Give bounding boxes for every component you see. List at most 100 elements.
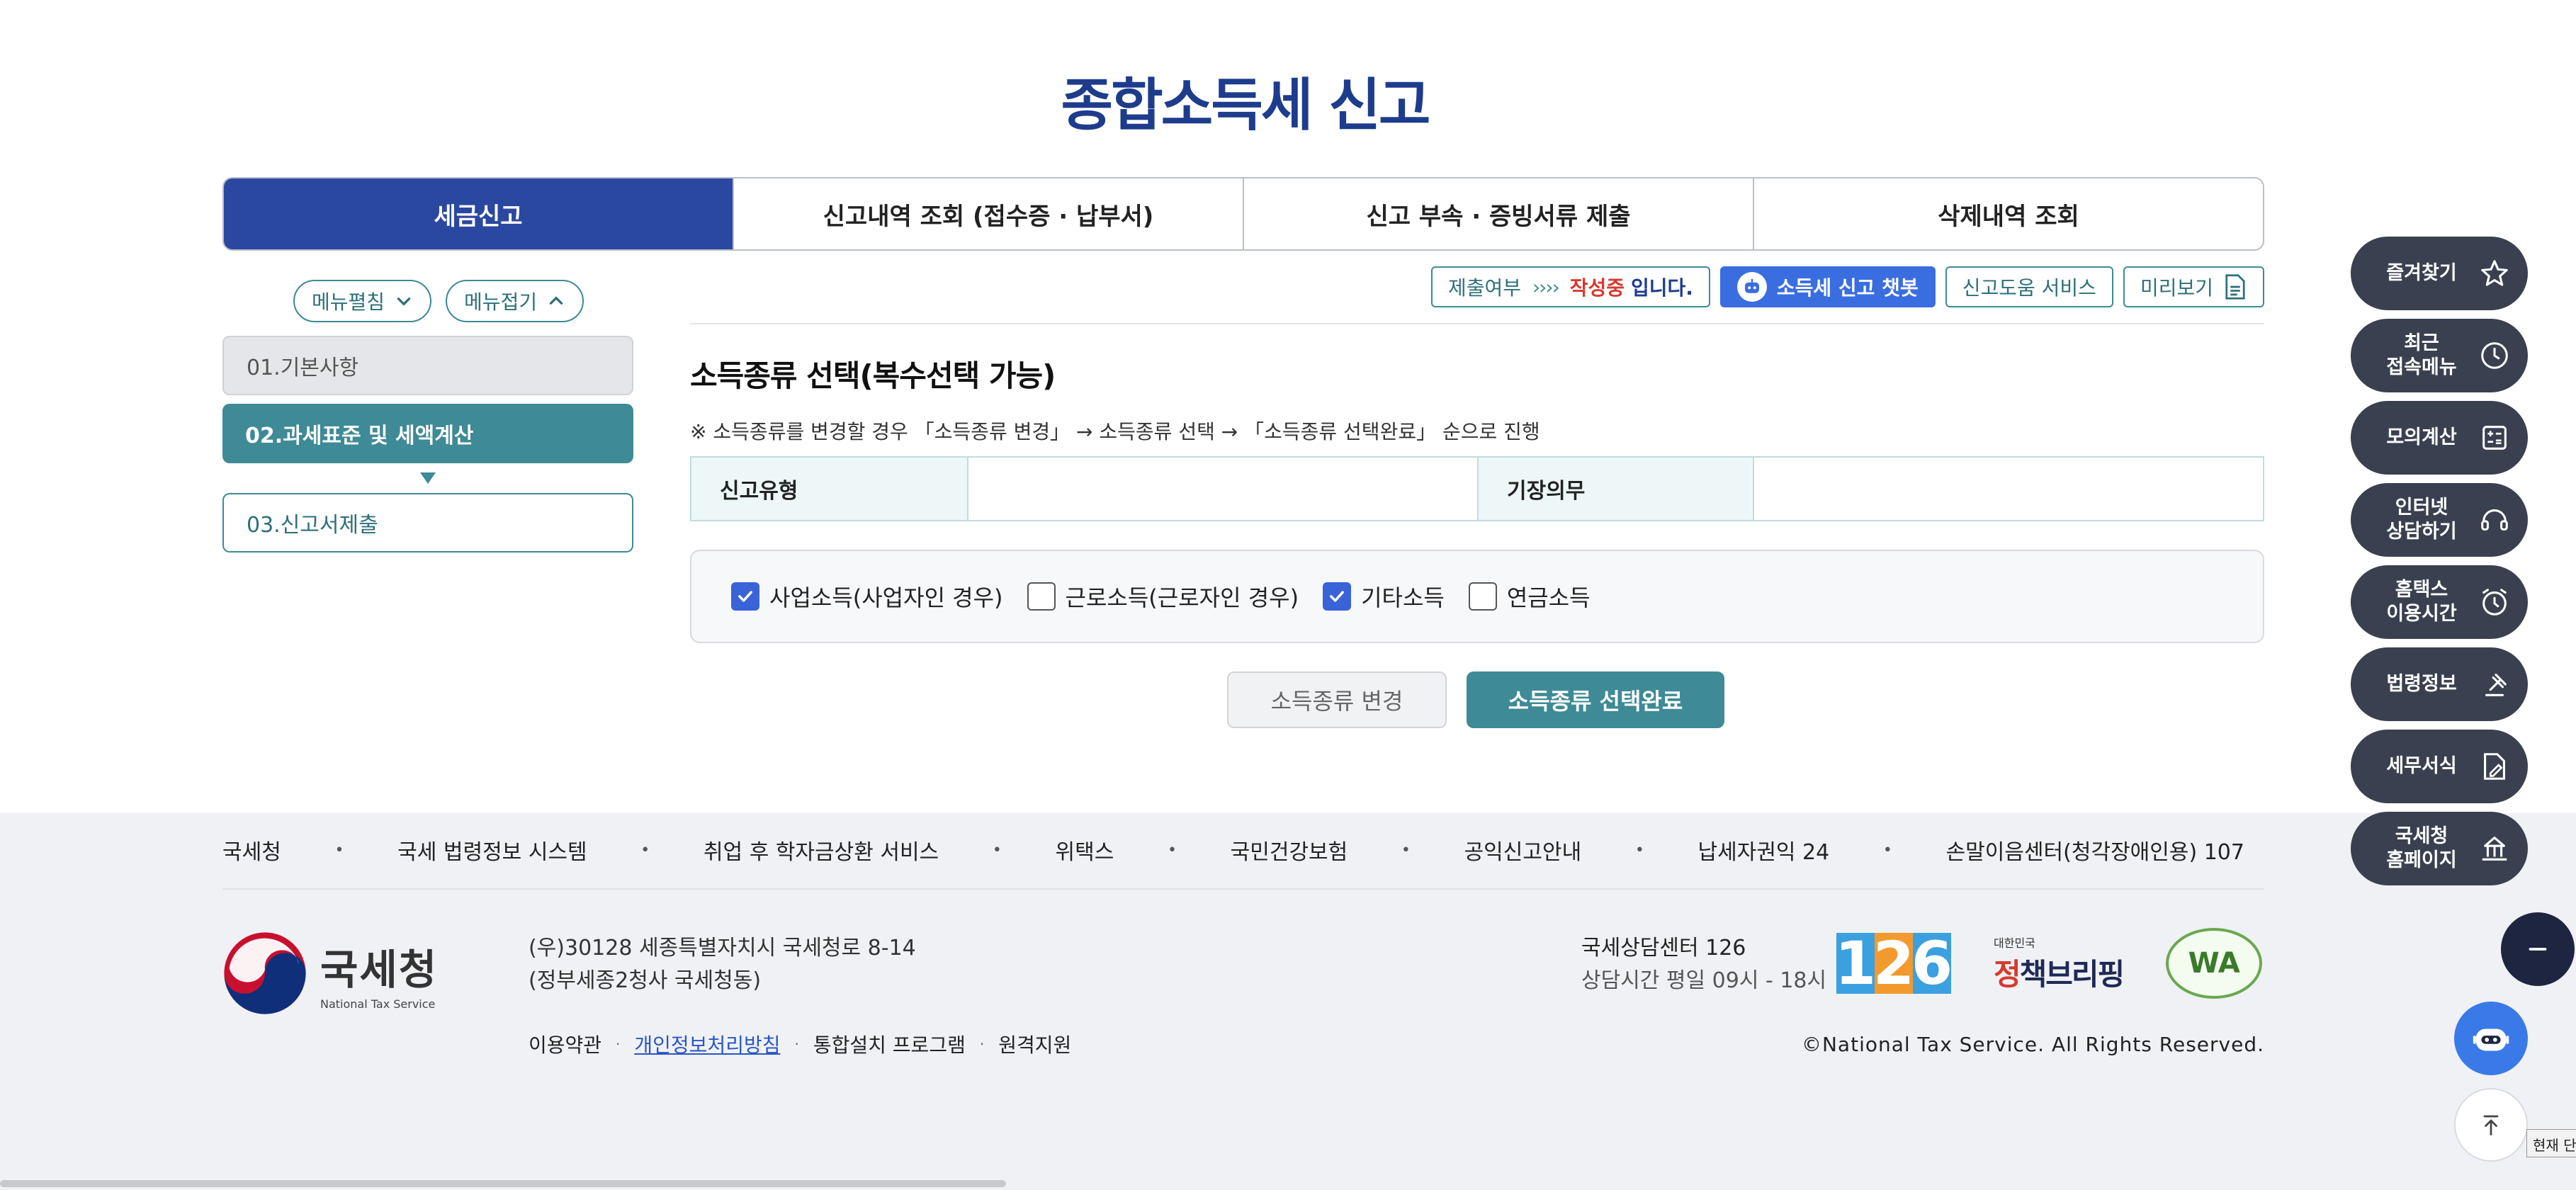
side-menu-label: 인터넷 상담하기 xyxy=(2386,497,2457,543)
income-type-option[interactable]: 연금소득 xyxy=(1468,580,1591,613)
footer-divider xyxy=(222,888,2264,890)
checkbox-checked-icon[interactable] xyxy=(731,582,759,611)
nts-logo[interactable]: 국세청 National Tax Service xyxy=(222,931,438,1016)
policy-badge-small: 대한민국 xyxy=(1994,936,2035,950)
step-arrow-icon xyxy=(222,463,633,493)
side-menu-label: 즐겨찾기 xyxy=(2386,262,2457,284)
status-suffix: 입니다. xyxy=(1630,276,1693,300)
report-type-value xyxy=(967,458,1477,520)
footer-link-separator: • xyxy=(1167,841,1177,859)
quick-side-menu: 즐겨찾기최근 접속메뉴모의계산인터넷 상담하기홈택스 이용시간법령정보세무서식국… xyxy=(2351,237,2528,885)
tab-attachment-submit[interactable]: 신고 부속 · 증빙서류 제출 xyxy=(1243,178,1753,249)
menu-collapse-label: 메뉴접기 xyxy=(464,290,538,314)
install-program-link[interactable]: 통합설치 프로그램 xyxy=(813,1030,966,1058)
clock-icon xyxy=(2481,342,2508,369)
footer-links: 국세청 • 국세 법령정보 시스템 • 취업 후 학자금상환 서비스 • 위택스 • 국민건강보… xyxy=(222,834,2244,866)
side-menu-item[interactable]: 즐겨찾기 xyxy=(2351,237,2528,310)
footer-link[interactable]: 공익신고안내 xyxy=(1464,834,1582,866)
calculator-icon xyxy=(2482,426,2507,450)
side-menu-label: 모의계산 xyxy=(2386,426,2457,448)
income-type-option[interactable]: 사업소득(사업자인 경우) xyxy=(731,580,1003,613)
page-root: 종합소득세 신고 세금신고 신고내역 조회 (접수증 · 납부서) 신고 부속 … xyxy=(0,0,2576,1190)
bookkeeping-label: 기장의무 xyxy=(1477,458,1753,520)
alarm-clock-icon xyxy=(2482,589,2507,616)
status-arrows: ›››› xyxy=(1532,275,1560,299)
footer-link-separator: • xyxy=(1634,841,1644,859)
nts-emblem-icon xyxy=(224,932,306,1014)
preview-button[interactable]: 미리보기 xyxy=(2123,266,2264,307)
chatbot-fab[interactable] xyxy=(2454,1002,2528,1075)
headset-icon xyxy=(2481,509,2508,531)
chatbot-icon xyxy=(1736,272,1767,302)
privacy-policy-link[interactable]: 개인정보처리방침 xyxy=(634,1030,780,1058)
remote-support-link[interactable]: 원격지원 xyxy=(998,1030,1071,1058)
footer-badges: 1 2 6 대한민국 정책브리핑 WA xyxy=(1834,928,2263,999)
tab-deleted-history[interactable]: 삭제내역 조회 xyxy=(1753,178,2263,249)
footer-link[interactable]: 국세 법령정보 시스템 xyxy=(397,834,587,866)
complete-income-button[interactable]: 소득종류 선택완료 xyxy=(1467,672,1724,728)
page-title: 종합소득세 신고 xyxy=(1061,72,1430,138)
income-actions: 소득종류 변경 소득종류 선택완료 xyxy=(1227,672,1724,728)
toolbar-divider xyxy=(690,323,2264,324)
bookkeeping-value xyxy=(1753,458,2263,520)
checkbox-unchecked-icon[interactable] xyxy=(1468,582,1497,611)
side-menu-item[interactable]: 최근 접속메뉴 xyxy=(2351,319,2528,392)
footer-link[interactable]: 위택스 xyxy=(1056,834,1114,866)
footer-link-separator: • xyxy=(334,841,344,859)
help-service-button[interactable]: 신고도움 서비스 xyxy=(1945,266,2113,307)
side-menu-item[interactable]: 국세청 홈페이지 xyxy=(2351,812,2528,885)
footer-link-separator: • xyxy=(992,841,1002,859)
step-menu: 01.기본사항 02.과세표준 및 세액계산 03.신고서제출 xyxy=(222,336,633,552)
horizontal-scrollbar[interactable] xyxy=(0,1180,1006,1187)
side-menu-item[interactable]: 모의계산 xyxy=(2351,401,2528,475)
footer-link[interactable]: 손말이음센터(청각장애인용) 107 xyxy=(1946,834,2244,866)
logo-text-kr: 국세청 xyxy=(320,945,439,994)
side-menu-item[interactable]: 인터넷 상담하기 xyxy=(2351,483,2528,557)
footer-link-separator: • xyxy=(1882,841,1892,859)
footer: 국세청 • 국세 법령정보 시스템 • 취업 후 학자금상환 서비스 • 위택스 • 국민건강보… xyxy=(0,813,2576,1190)
footer-link[interactable]: 국세청 xyxy=(222,834,281,866)
status-label: 제출여부 xyxy=(1447,276,1521,300)
report-type-label: 신고유형 xyxy=(691,458,968,520)
preview-label: 미리보기 xyxy=(2140,276,2213,300)
badge-126-digit: 1 xyxy=(1834,929,1877,998)
footer-bottom-links: 이용약관 · 개인정보처리방침 · 통합설치 프로그램 · 원격지원 xyxy=(529,1030,1071,1058)
checkbox-unchecked-icon[interactable] xyxy=(1027,582,1056,611)
side-menu-label: 홈택스 이용시간 xyxy=(2386,579,2457,625)
menu-collapse-button[interactable]: 메뉴접기 xyxy=(446,280,584,322)
menu-expand-label: 메뉴펼침 xyxy=(312,290,385,314)
address-line-2: (정부세종2청사 국세청동) xyxy=(529,968,762,993)
terms-link[interactable]: 이용약관 xyxy=(529,1030,601,1058)
step-tax-calculation[interactable]: 02.과세표준 및 세액계산 xyxy=(222,404,633,463)
tab-tax-report[interactable]: 세금신고 xyxy=(224,178,733,249)
income-type-option[interactable]: 기타소득 xyxy=(1323,580,1445,613)
footer-link[interactable]: 국민건강보험 xyxy=(1231,834,1348,866)
change-income-button[interactable]: 소득종류 변경 xyxy=(1227,672,1447,728)
menu-expand-button[interactable]: 메뉴펼침 xyxy=(293,280,432,322)
side-menu-item[interactable]: 홈택스 이용시간 xyxy=(2351,565,2528,639)
policy-badge-accent: 정 xyxy=(1994,956,2021,992)
side-menu-label: 최근 접속메뉴 xyxy=(2386,332,2457,378)
submission-status: 제출여부 ›››› 작성중 입니다. xyxy=(1430,266,1710,307)
side-menu-label: 법령정보 xyxy=(2386,673,2457,695)
checkbox-checked-icon[interactable] xyxy=(1323,582,1352,611)
building-icon xyxy=(2482,837,2507,861)
income-type-option[interactable]: 근로소득(근로자인 경우) xyxy=(1027,580,1299,613)
scroll-top-button[interactable] xyxy=(2454,1088,2528,1162)
step-submit[interactable]: 03.신고서제출 xyxy=(222,493,633,552)
side-menu-item[interactable]: 법령정보 xyxy=(2351,647,2528,721)
footer-link[interactable]: 취업 후 학자금상환 서비스 xyxy=(704,834,939,866)
tab-report-history[interactable]: 신고내역 조회 (접수증 · 납부서) xyxy=(733,178,1243,249)
side-menu-item[interactable]: 세무서식 xyxy=(2351,730,2528,803)
star-icon xyxy=(2481,260,2508,286)
footer-link[interactable]: 납세자권익 24 xyxy=(1698,834,1830,866)
web-accessibility-badge[interactable]: WA xyxy=(2166,928,2263,999)
step-basic-info[interactable]: 01.기본사항 xyxy=(222,336,633,395)
chatbot-button[interactable]: 소득세 신고 챗봇 xyxy=(1719,266,1936,307)
badge-126[interactable]: 1 2 6 xyxy=(1834,929,1953,998)
chevron-up-icon xyxy=(549,296,563,305)
side-menu-collapse-button[interactable] xyxy=(2501,912,2575,986)
income-type-label: 연금소득 xyxy=(1506,584,1591,611)
income-type-label: 사업소득(사업자인 경우) xyxy=(769,584,1003,611)
policy-briefing-badge[interactable]: 대한민국 정책브리핑 xyxy=(1994,934,2125,994)
